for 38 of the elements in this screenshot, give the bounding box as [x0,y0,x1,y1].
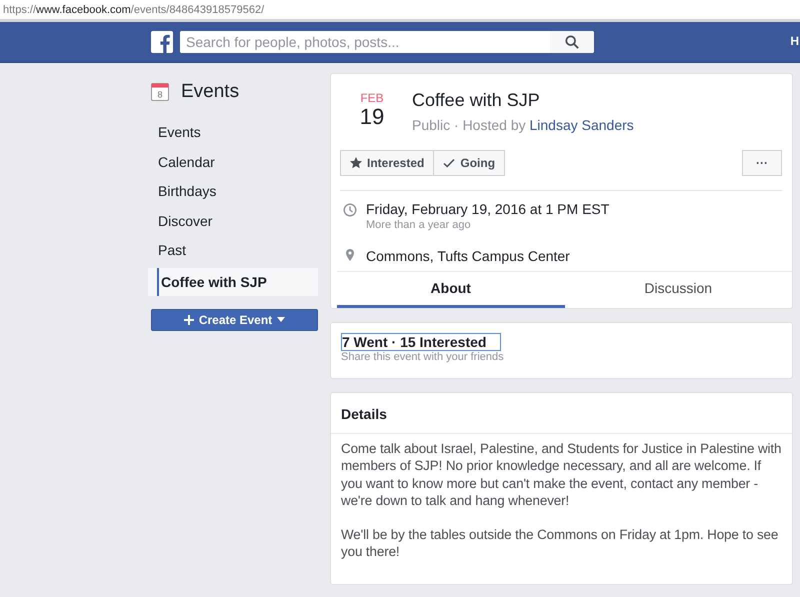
search-icon[interactable] [565,35,579,49]
sidebar-item[interactable]: Calendar [148,148,318,178]
event-day: 19 [360,105,384,129]
sidebar-item[interactable]: Birthdays [148,177,318,207]
location-pin-icon [343,248,357,262]
tab[interactable]: About [337,272,564,308]
check-icon [443,157,456,169]
event-time: Friday, February 19, 2016 at 1 PM EST [366,201,610,217]
address-url[interactable]: https://www.facebook.com/events/848643918579562/ [3,4,264,16]
share-note: Share this event with your friends [341,351,504,363]
plus-icon [184,314,194,325]
event-title: Coffee with SJP [412,90,541,111]
caret-icon [277,317,286,322]
sidebar-item[interactable]: Coffee with SJP [148,268,318,296]
host-link[interactable]: Lindsay Sanders [530,117,634,133]
calendar-icon: 8 [151,83,169,101]
details-paragraph: We'll be by the tables outside the Commons on Friday at 1pm. Hope to see you there! [341,526,780,561]
going-button[interactable]: Going [434,150,506,176]
nav-link[interactable]: H [790,34,799,48]
tab[interactable]: Discussion [564,272,792,308]
interested-button[interactable]: Interested [340,150,434,176]
star-icon [350,157,362,169]
facebook-logo-icon[interactable] [151,31,173,53]
event-privacy: Public · Hosted by [412,117,526,133]
search-field[interactable]: Search for people, photos, posts... [180,31,594,53]
attendance-count: 7 Went · 15 Interested [341,333,502,351]
sidebar-item[interactable]: Discover [148,206,318,236]
create-event-button[interactable]: Create Event [151,308,318,331]
sidebar-item[interactable]: Past [148,236,318,266]
event-location: Commons, Tufts Campus Center [366,248,570,264]
more-button[interactable]: ··· [742,150,782,176]
details-heading: Details [341,406,387,422]
clock-icon [343,203,357,217]
event-month: FEB [360,91,384,105]
sidebar-item[interactable]: Events [148,118,318,148]
time-note: More than a year ago [366,219,472,231]
sidebar-title: Events [181,81,240,103]
details-paragraph: Come talk about Israel, Palestine, and Students for Justice in Palestine with members of SJP! No prior knowledge necessary, and all are welcome. If you want to know more but can't make the event, contact any member - we're down to talk and hang whenever! [341,440,782,510]
